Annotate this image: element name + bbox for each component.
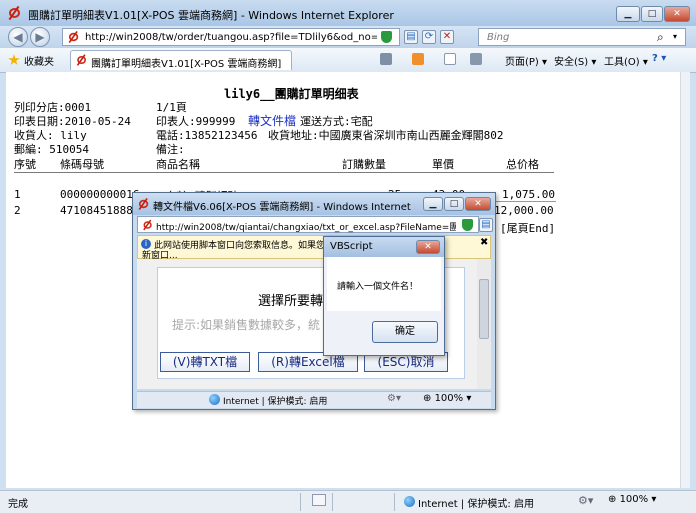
search-placeholder: Bing (487, 32, 510, 43)
msgbox-title: VBScript (330, 241, 373, 252)
tools-menu[interactable]: 工具(O) ▾ (604, 53, 648, 68)
tab-title: 團購訂單明細表V1.01[X-POS 雲端商務網] (91, 59, 282, 70)
row2-barcode: 471084518888 (60, 204, 140, 217)
dialog-title: 轉文件檔V6.06[X-POS 雲端商務網] - Windows Interne… (153, 202, 415, 213)
col-header-no: 序號 (14, 158, 36, 171)
row2-no: 2 (14, 204, 21, 217)
refresh-icon[interactable]: ⟳ (422, 30, 436, 44)
home-icon[interactable] (380, 53, 392, 65)
dialog-shield-icon (462, 219, 473, 231)
end-mark: [尾頁End] (500, 222, 556, 235)
dialog-address-field[interactable]: http://win2008/tw/qiantai/changxiao/txt_… (137, 216, 479, 233)
address-toolbar: ◀ ▶ http://win2008/tw/order/tuangou.asp?… (0, 26, 696, 48)
dialog-protect-icon[interactable]: ⚙▾ (387, 393, 401, 404)
forward-button[interactable]: ▶ (30, 27, 50, 47)
dialog-maximize-button[interactable]: □ (444, 197, 464, 211)
tab-icon (76, 54, 87, 65)
status-divider (332, 493, 333, 511)
dialog-close-button[interactable]: ✕ (465, 197, 491, 211)
total-divider (494, 201, 556, 202)
report-address: 收貨地址:中國廣東省深圳市南山西麗金輝閣802 (268, 129, 504, 142)
status-divider (300, 493, 301, 511)
report-remark: 備注: (156, 143, 185, 156)
col-header-barcode: 條碼母號 (60, 158, 104, 171)
status-divider (394, 493, 395, 511)
msgbox-title-bar: VBScript ✕ (324, 237, 444, 257)
dialog-zoom-value: 100% (434, 393, 464, 404)
row1-barcode: 000000000016 (60, 188, 140, 201)
header-divider (14, 172, 554, 173)
dialog-scrollbar[interactable] (477, 259, 491, 389)
msgbox-message: 請輸入一個文件名！ (337, 282, 419, 292)
zone-text: Internet | 保护模式: 启用 (418, 499, 534, 510)
page-icon (68, 31, 80, 43)
msgbox-close-button[interactable]: ✕ (416, 240, 440, 254)
report-title: lily6__團購訂單明细表 (224, 87, 359, 101)
zone-globe-icon (404, 496, 415, 507)
page-menu[interactable]: 页面(P) ▾ (505, 53, 547, 68)
col-header-qty: 訂購數量 (342, 158, 386, 171)
protect-mode-icon[interactable]: ⚙▾ (578, 494, 593, 507)
window-title-bar: 團購訂單明細表V1.01[X-POS 雲端商務網] - Windows Inte… (0, 0, 696, 26)
minimize-button[interactable]: ▁ (616, 6, 640, 22)
command-bar: 收藏夹 團購訂單明細表V1.01[X-POS 雲端商務網] 页面(P) ▾ 安全… (0, 48, 696, 73)
compat-view-icon[interactable]: ▤ (404, 30, 418, 44)
dialog-zone-globe-icon (209, 394, 220, 405)
hint-text: 提示:如果銷售數據較多，統 (172, 318, 321, 332)
back-button[interactable]: ◀ (8, 27, 28, 47)
dialog-url: http://win2008/tw/qiantai/changxiao/txt_… (156, 223, 456, 233)
print-icon[interactable] (470, 53, 482, 65)
dialog-title-bar: 轉文件檔V6.06[X-POS 雲端商務網] - Windows Interne… (133, 193, 495, 215)
vbscript-msgbox: VBScript ✕ 請輸入一個文件名！ 确定 (323, 236, 445, 356)
dialog-minimize-button[interactable]: ▁ (423, 197, 443, 211)
security-shield-icon (381, 31, 392, 43)
dialog-scroll-thumb[interactable] (479, 279, 489, 339)
dialog-status-bar: Internet | 保护模式: 启用 ⚙▾ ⊕ 100% ▾ (137, 391, 491, 408)
address-url: http://win2008/tw/order/tuangou.asp?file… (85, 32, 377, 43)
safety-menu[interactable]: 安全(S) ▾ (554, 53, 596, 68)
zoom-control[interactable]: ⊕ 100% ▾ (608, 494, 656, 505)
msgbox-body: 請輸入一個文件名！ (327, 257, 441, 311)
col-header-price: 單價 (432, 158, 454, 171)
zoom-value: 100% (619, 494, 649, 505)
dialog-ie-icon (138, 198, 150, 210)
search-icon[interactable]: ⌕ (657, 30, 664, 45)
row2-total: 12,000.00 (494, 204, 554, 217)
favorites-button[interactable]: 收藏夹 (24, 53, 54, 68)
dialog-page-icon (143, 220, 154, 231)
search-box[interactable]: Bing ⌕ ▾ (478, 28, 686, 46)
browser-tab[interactable]: 團購訂單明細表V1.01[X-POS 雲端商務網] (70, 50, 292, 70)
stop-icon[interactable]: ✕ (440, 30, 454, 44)
info-bar-close-icon[interactable]: ✖ (480, 237, 488, 248)
search-dropdown-icon[interactable]: ▾ (673, 32, 677, 41)
page-vertical-scrollbar[interactable] (680, 72, 690, 488)
row1-no: 1 (14, 188, 21, 201)
mail-icon[interactable] (444, 53, 456, 65)
help-menu[interactable]: ? ▾ (652, 53, 666, 64)
row1-total: 1,075.00 (502, 188, 555, 201)
feeds-icon[interactable] (412, 53, 424, 65)
status-bar: 完成 Internet | 保护模式: 启用 ⚙▾ ⊕ 100% ▾ (0, 490, 696, 513)
msgbox-ok-button[interactable]: 确定 (372, 321, 438, 343)
convert-txt-button[interactable]: (V)轉TXT檔 (160, 352, 250, 372)
status-panel-icon (312, 494, 326, 506)
status-text: 完成 (8, 499, 28, 510)
address-field[interactable]: http://win2008/tw/order/tuangou.asp?file… (62, 28, 400, 46)
window-title: 團購訂單明細表V1.01[X-POS 雲端商務網] - Windows Inte… (28, 9, 394, 22)
report-postcode: 郵編: 510054 (14, 143, 89, 156)
info-bar-text: 此网站使用脚本窗口向您索取信息。如果您 (154, 241, 326, 251)
close-button[interactable]: ✕ (664, 6, 690, 22)
favorites-star-icon (8, 54, 20, 65)
dialog-zoom[interactable]: ⊕ 100% ▾ (423, 393, 471, 404)
col-header-name: 商品名稱 (156, 158, 200, 171)
dialog-compat-icon[interactable]: ▤ (479, 218, 493, 232)
dialog-zone-text: Internet | 保护模式: 启用 (223, 397, 328, 407)
col-header-total: 总价格 (506, 158, 539, 171)
maximize-button[interactable]: □ (641, 6, 663, 22)
ie-logo-icon (8, 6, 22, 20)
